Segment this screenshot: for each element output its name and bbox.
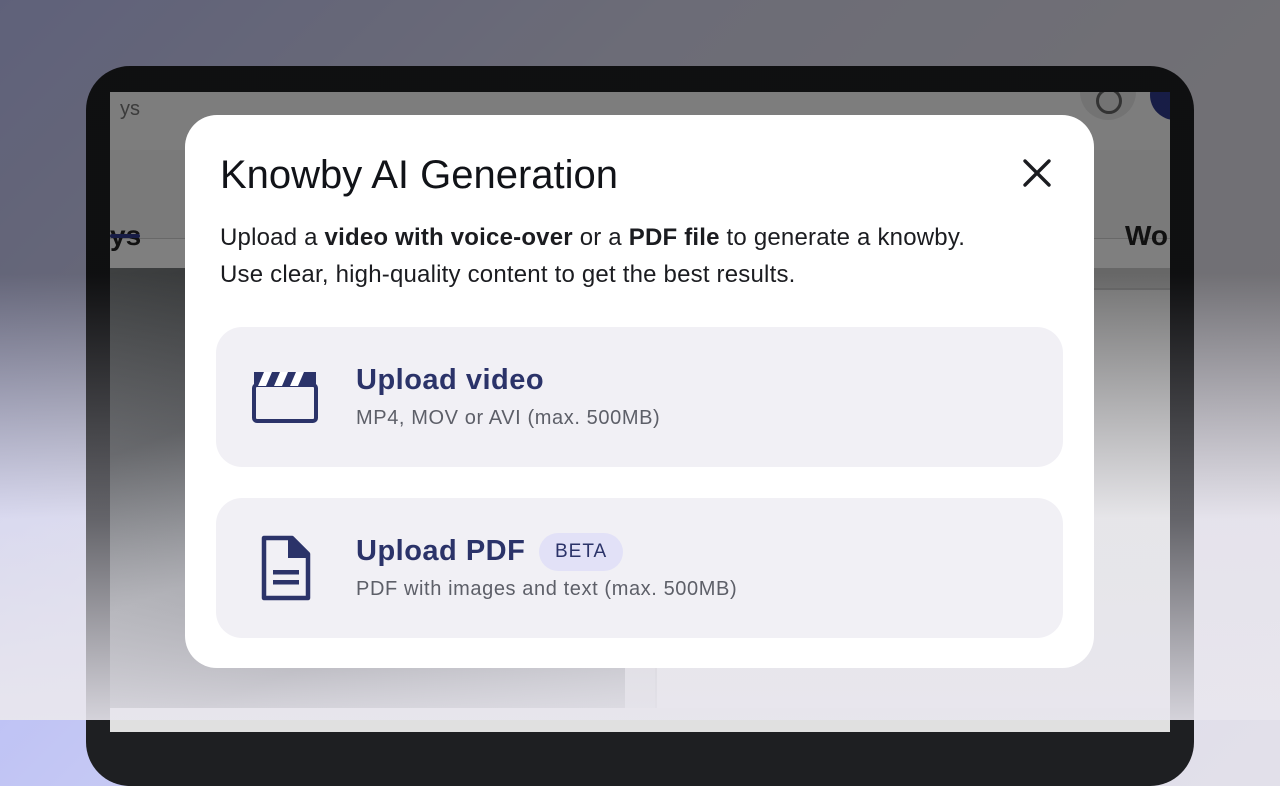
app-bottom-strip — [110, 708, 1170, 732]
upload-pdf-subtitle: PDF with images and text (max. 500MB) — [356, 578, 738, 600]
dialog-title: Knowby AI Generation — [220, 153, 619, 197]
app-search-text: ys — [120, 98, 140, 120]
upload-video-button[interactable]: Upload video MP4, MOV or AVI (max. 500MB… — [216, 327, 1063, 467]
clapperboard-icon — [250, 367, 322, 427]
upload-pdf-title: Upload PDF — [356, 535, 526, 567]
close-button[interactable] — [1015, 151, 1059, 195]
upload-video-title: Upload video — [356, 364, 545, 396]
app-settings-icon — [1080, 92, 1136, 120]
upload-pdf-button[interactable]: Upload PDF BETA PDF with images and text… — [216, 498, 1063, 638]
desc-text: to generate a knowby. — [719, 224, 966, 251]
beta-badge: BETA — [539, 533, 624, 571]
description-line-2: Use clear, high-quality content to get t… — [220, 261, 796, 288]
avatar — [1150, 92, 1170, 120]
desc-bold-pdf: PDF file — [628, 224, 720, 251]
app-tab-right: Wo — [1125, 220, 1169, 251]
description-line-1: Upload a video with voice-over or a PDF … — [220, 219, 1060, 256]
document-icon — [250, 535, 322, 601]
desc-text: Upload a — [220, 224, 325, 251]
close-icon — [1023, 159, 1051, 187]
upload-video-subtitle: MP4, MOV or AVI (max. 500MB) — [356, 407, 661, 429]
desc-bold-video: video with voice-over — [324, 224, 573, 251]
app-tab-indicator — [110, 234, 140, 238]
ai-generation-dialog: Knowby AI Generation Upload a video with… — [185, 115, 1094, 668]
dialog-description: Upload a video with voice-over or a PDF … — [220, 219, 1060, 293]
desc-text: or a — [572, 224, 629, 251]
